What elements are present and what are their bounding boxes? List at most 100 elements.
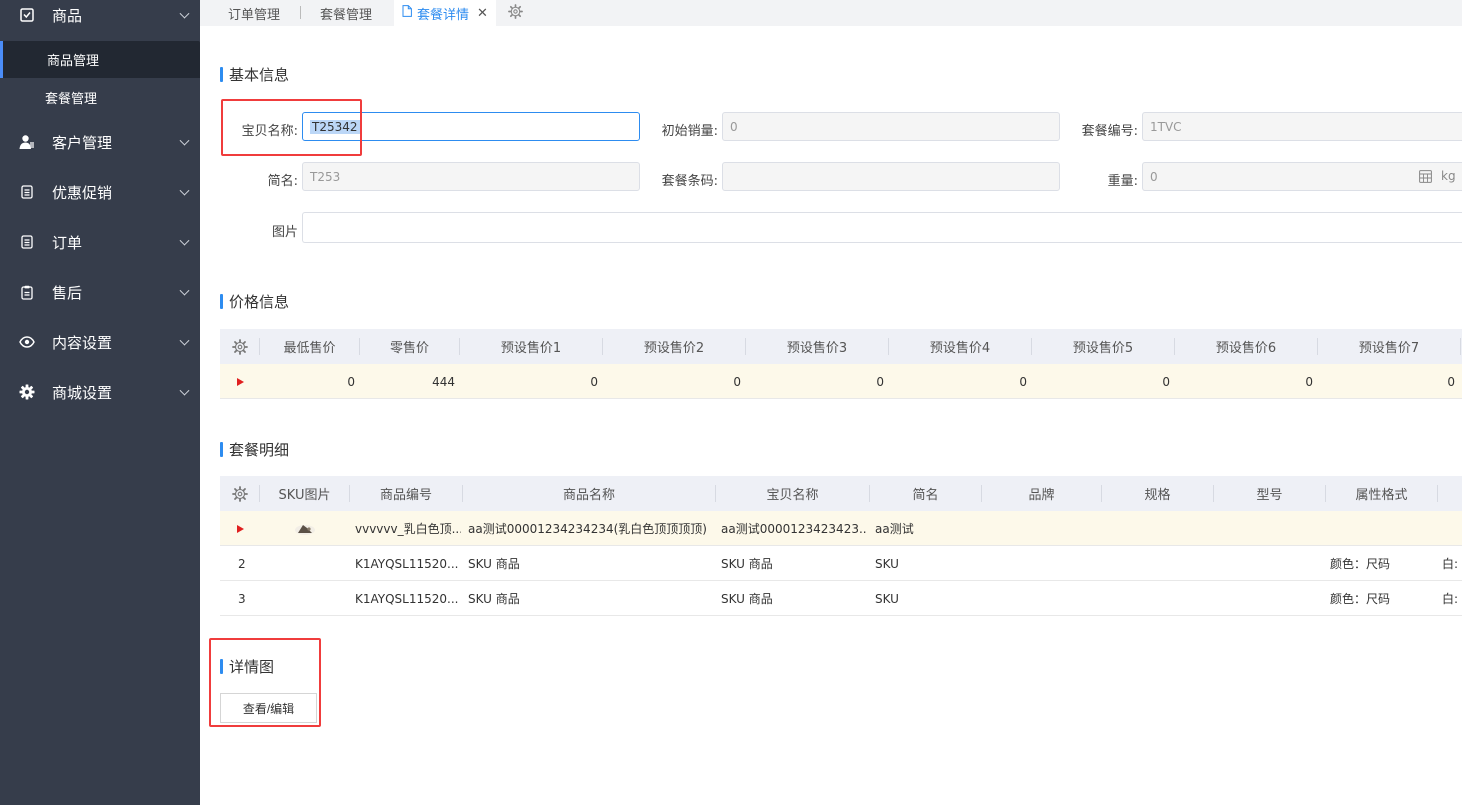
chevron-down-icon	[179, 185, 190, 196]
row-index: 3	[238, 591, 246, 606]
package-code-input[interactable]: 1TVC	[1142, 112, 1462, 141]
sidebar-subitem-product-management[interactable]: 商品管理	[0, 41, 200, 78]
image-field[interactable]	[302, 212, 1462, 243]
detail-header-product-name: 商品名称	[562, 488, 615, 503]
initial-sales-value: 0	[730, 119, 738, 134]
chevron-down-icon	[179, 335, 190, 346]
price-cell: 0	[1447, 374, 1455, 389]
row-indicator-icon	[237, 511, 244, 546]
section-title-text: 套餐明细	[229, 441, 290, 459]
short-name-cell: aa测试	[875, 522, 914, 536]
detail-header-brand: 品牌	[1028, 488, 1055, 503]
detail-header-attr-format: 属性格式	[1355, 488, 1408, 503]
weight-value: 0	[1150, 169, 1158, 184]
gear-icon	[19, 384, 35, 400]
tab-label: 套餐详情	[417, 7, 470, 23]
chevron-down-icon	[179, 385, 190, 396]
weight-unit: kg	[1441, 169, 1456, 183]
initial-sales-input[interactable]: 0	[722, 112, 1060, 141]
price-cell: 0	[876, 374, 884, 389]
sidebar-item-label: 客户管理	[52, 133, 113, 152]
sidebar-item-products[interactable]: 商品	[0, 0, 200, 40]
sidebar: 商品 商品管理 套餐管理 客户管理 优惠促销 订单 售后 内容设置 商城设置	[0, 0, 200, 805]
sidebar-subitem-package-management[interactable]: 套餐管理	[0, 78, 200, 116]
price-table-header: 最低售价 零售价 预设售价1 预设售价2 预设售价3 预设售价4 预设售价5 预…	[220, 329, 1462, 364]
price-cell: 0	[733, 374, 741, 389]
item-name-cell: SKU 商品	[721, 592, 773, 606]
gear-icon	[508, 3, 523, 23]
price-cell: 0	[590, 374, 598, 389]
price-table: 最低售价 零售价 预设售价1 预设售价2 预设售价3 预设售价4 预设售价5 预…	[220, 329, 1462, 399]
calculator-icon	[1419, 170, 1432, 186]
annotation-box	[209, 638, 321, 727]
gear-icon[interactable]	[232, 339, 248, 359]
product-code-cell: K1AYQSL11520...	[355, 591, 459, 606]
sidebar-item-label: 订单	[52, 233, 83, 252]
extra-cell: 白:	[1442, 592, 1459, 606]
sidebar-item-label: 售后	[52, 283, 83, 302]
price-cell: 0	[347, 374, 355, 389]
sidebar-item-orders[interactable]: 订单	[0, 217, 200, 267]
tab-package-management[interactable]: 套餐管理	[320, 0, 372, 26]
price-header-min: 最低售价	[283, 341, 336, 356]
sidebar-item-aftersales[interactable]: 售后	[0, 267, 200, 317]
short-name-cell: SKU	[875, 556, 899, 571]
sidebar-item-store-settings[interactable]: 商城设置	[0, 367, 200, 417]
product-name-cell: SKU 商品	[468, 557, 520, 571]
sidebar-subitem-label: 套餐管理	[45, 91, 98, 107]
clipboard-icon	[19, 284, 35, 300]
price-header-preset5: 预设售价5	[1072, 341, 1134, 356]
gear-icon[interactable]	[232, 486, 248, 506]
list-icon	[19, 184, 35, 200]
product-name-cell: aa测试00001234234234(乳白色顶顶顶顶)	[468, 522, 707, 536]
section-title-text: 价格信息	[229, 293, 290, 311]
sidebar-item-label: 商城设置	[52, 383, 113, 402]
row-indicator-icon	[237, 364, 244, 399]
product-code-cell: vvvvvv_乳白色顶...	[355, 522, 461, 536]
chevron-down-icon	[179, 285, 190, 296]
sidebar-item-content-settings[interactable]: 内容设置	[0, 317, 200, 367]
table-row[interactable]: 2 K1AYQSL11520... SKU 商品 SKU 商品 SKU 颜色：尺…	[220, 546, 1462, 581]
close-icon[interactable]: ✕	[477, 6, 488, 21]
short-name-label: 简名:	[267, 174, 298, 189]
short-name-value: T253	[310, 169, 341, 184]
detail-header-product-code: 商品编号	[379, 488, 432, 503]
short-name-input[interactable]: T253	[302, 162, 640, 191]
tab-order-management[interactable]: 订单管理	[228, 0, 280, 26]
sku-thumbnail	[294, 511, 316, 546]
weight-label: 重量:	[1107, 174, 1138, 189]
product-name-cell: SKU 商品	[468, 592, 520, 606]
tab-settings[interactable]	[508, 0, 523, 26]
price-cell: 0	[1162, 374, 1170, 389]
section-title-price: 价格信息	[220, 291, 289, 312]
table-row[interactable]: vvvvvv_乳白色顶... aa测试00001234234234(乳白色顶顶顶…	[220, 511, 1462, 546]
column-divider	[1437, 485, 1438, 502]
weight-input[interactable]: 0 kg	[1142, 162, 1462, 191]
barcode-input[interactable]	[722, 162, 1060, 191]
detail-table-header: SKU图片 商品编号 商品名称 宝贝名称 简名 品牌 规格 型号 属性格式	[220, 476, 1462, 511]
price-header-preset4: 预设售价4	[929, 341, 991, 356]
chevron-down-icon	[179, 8, 190, 19]
chevron-down-icon	[179, 235, 190, 246]
sidebar-item-customers[interactable]: 客户管理	[0, 117, 200, 167]
price-header-preset2: 预设售价2	[643, 341, 705, 356]
table-row[interactable]: 0 444 0 0 0 0 0 0 0	[220, 364, 1462, 399]
price-cell: 444	[432, 374, 455, 389]
section-title-basic: 基本信息	[220, 64, 289, 85]
document-icon	[402, 5, 412, 21]
package-code-label: 套餐编号:	[1081, 124, 1138, 139]
eye-icon	[19, 334, 35, 350]
extra-cell: 白:	[1442, 557, 1459, 571]
sidebar-item-promotions[interactable]: 优惠促销	[0, 167, 200, 217]
price-header-preset3: 预设售价3	[786, 341, 848, 356]
list-icon	[19, 234, 35, 250]
column-divider	[1460, 338, 1461, 355]
initial-sales-label: 初始销量:	[661, 124, 718, 139]
sidebar-subitem-label: 商品管理	[47, 54, 100, 69]
table-row[interactable]: 3 K1AYQSL11520... SKU 商品 SKU 商品 SKU 颜色：尺…	[220, 581, 1462, 616]
attr-format-cell: 颜色：尺码	[1330, 557, 1391, 571]
item-name-cell: aa测试0000123423423...	[721, 522, 867, 536]
package-code-value: 1TVC	[1150, 119, 1182, 134]
tab-package-detail[interactable]: 套餐详情 ✕	[394, 0, 496, 26]
section-title-text: 基本信息	[229, 66, 290, 84]
